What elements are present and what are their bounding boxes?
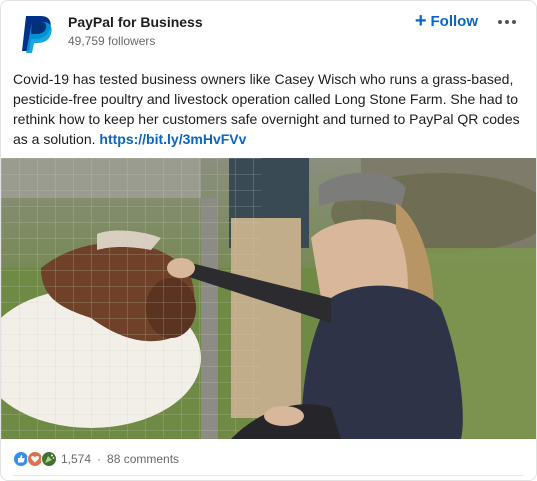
reaction-icons[interactable] xyxy=(13,451,57,467)
more-options-button[interactable] xyxy=(494,9,520,33)
reactions-count[interactable]: 1,574 xyxy=(61,452,91,466)
comments-count[interactable]: 88 comments xyxy=(107,452,179,466)
follow-label: Follow xyxy=(430,12,479,30)
post-header: PayPal for Business 49,759 followers + F… xyxy=(1,1,536,63)
post-text: Covid-19 has tested business owners like… xyxy=(13,69,523,149)
social-counts: 1,574 · 88 comments xyxy=(13,449,179,469)
follower-count: 49,759 followers xyxy=(68,34,156,48)
post-image[interactable] xyxy=(1,158,536,439)
post-body: Covid-19 has tested business owners like… xyxy=(13,71,520,147)
author-name[interactable]: PayPal for Business xyxy=(68,13,203,31)
paypal-logo-icon[interactable] xyxy=(17,14,57,54)
ellipsis-icon xyxy=(497,12,517,30)
celebrate-icon xyxy=(41,451,57,467)
separator-dot: · xyxy=(97,452,102,466)
divider xyxy=(13,475,524,476)
follow-button[interactable]: + Follow xyxy=(415,9,478,33)
author-block: PayPal for Business 49,759 followers xyxy=(68,13,203,50)
post-card: PayPal for Business 49,759 followers + F… xyxy=(0,0,537,481)
farm-photo xyxy=(1,158,536,439)
plus-icon: + xyxy=(414,9,427,32)
post-link[interactable]: https://bit.ly/3mHvFVv xyxy=(99,131,246,147)
